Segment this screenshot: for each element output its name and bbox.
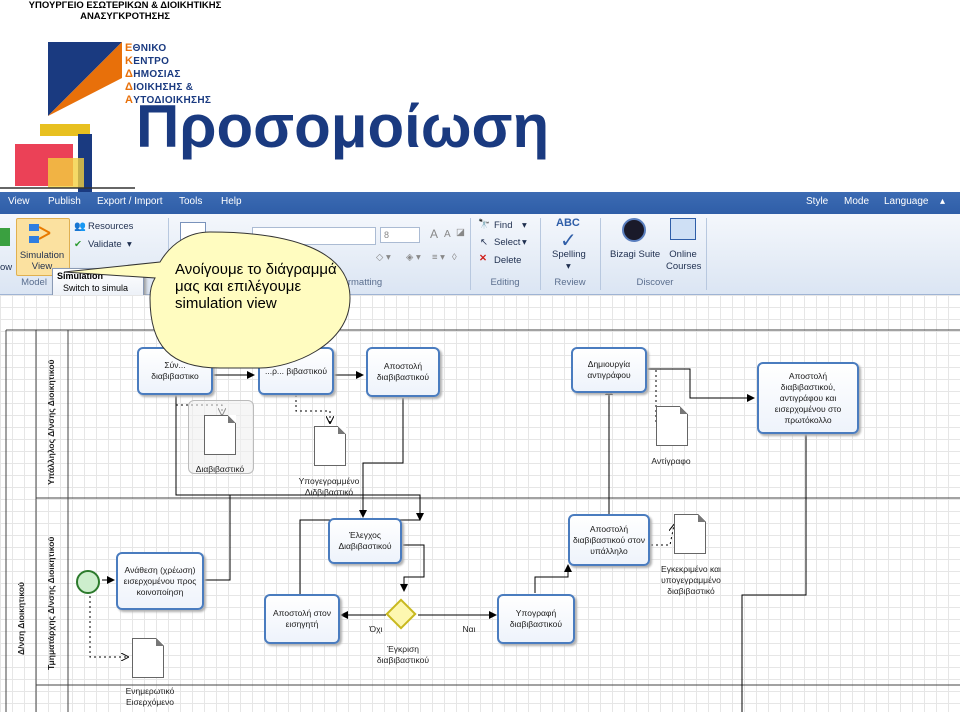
align-icon[interactable]: ≡ ▾ [432, 252, 445, 263]
delete-button[interactable]: Delete [494, 255, 521, 266]
doc-signed-transmittal-label: Υπογεγραμμένο Διδβιβαστικό [298, 476, 360, 497]
online-courses-button[interactable]: Online Courses [666, 249, 701, 273]
menu-view[interactable]: View [8, 196, 30, 207]
clear-format-icon[interactable]: ◪ [456, 227, 465, 238]
ribbon-ow[interactable]: ow [0, 262, 12, 273]
simulation-icon [29, 224, 51, 243]
task-sign-transmittal[interactable]: Υπογραφή διαβιβαστικού [497, 594, 575, 644]
task-send-to-registry[interactable]: Αποστολή διαβιβαστικού, αντιγράφου και ε… [757, 362, 859, 434]
callout-text: Ανοίγουμε το διάγραμμά μας και επιλέγουμ… [175, 261, 337, 312]
lane-label-employee: Υπάλληλος Δ/νσης Διοικητικού [46, 359, 56, 485]
menu-language[interactable]: Language [884, 196, 929, 207]
doc-transmittal[interactable] [204, 415, 236, 455]
ministry-line-1: ΥΠΟΥΡΓΕΙΟ ΕΣΩΤΕΡΙΚΩΝ & ΔΙΟΙΚΗΤΙΚΗΣ [28, 0, 222, 11]
start-event[interactable] [76, 570, 100, 594]
select-button[interactable]: Select [494, 237, 520, 248]
find-button[interactable]: Find [494, 220, 512, 231]
logo-line: ΔΗΜΟΣΙΑΣ [125, 68, 181, 80]
separator [706, 218, 707, 290]
pool-label: Δ/νση Διοικητικού [16, 582, 26, 655]
ministry-line-2: ΑΝΑΣΥΓΚΡΟΤΗΣΗΣ [80, 11, 170, 22]
task-assign-incoming[interactable]: Ανάθεση (χρέωση) εισερχομένου προς κοινο… [116, 552, 204, 610]
menu-export-import[interactable]: Export / Import [97, 196, 163, 207]
spelling-button[interactable]: Spelling [552, 249, 586, 260]
chevron-down-icon[interactable]: ▾ [566, 261, 571, 272]
doc-info-incoming-label: Ενημερωτικό Εισερχόμενο [125, 686, 175, 707]
bizagi-suite-icon[interactable] [622, 218, 646, 242]
review-group-label: Review [554, 277, 586, 288]
doc-signed-transmittal[interactable] [314, 426, 346, 466]
grow-font-icon[interactable]: A [430, 227, 438, 241]
select-icon: ↖ [480, 237, 488, 248]
separator [600, 218, 601, 290]
task-check-transmittal[interactable]: Έλεγχος Διαβιβαστικού [328, 518, 402, 564]
gateway-no-label: Όχι [369, 624, 383, 634]
line-color-icon[interactable]: ◇ ▾ [376, 252, 391, 263]
doc-copy[interactable] [656, 406, 688, 446]
fill-icon[interactable]: ◈ ▾ [406, 252, 421, 263]
separator [540, 218, 541, 290]
menu-mode[interactable]: Mode [844, 196, 869, 207]
chevron-down-icon[interactable]: ▾ [522, 237, 527, 248]
ekdda-logo [0, 42, 135, 194]
menu-tools[interactable]: Tools [179, 196, 202, 207]
separator [470, 218, 471, 290]
doc-approved-transmittal[interactable] [674, 514, 706, 554]
logo-line: ΕΘΝΙΚΟ [125, 42, 167, 54]
font-size-input[interactable]: 8 [380, 227, 420, 243]
doc-copy-label: Αντίγραφο [651, 456, 691, 466]
delete-icon: ✕ [479, 253, 487, 264]
menu-help[interactable]: Help [221, 196, 242, 207]
lane-label-head: Τμηματάρχης Δ/νσης Διοικητικού [46, 536, 56, 670]
bizagi-suite-button[interactable]: Bizagi Suite [610, 249, 660, 260]
model-group-label: Model [21, 277, 47, 288]
menu-publish[interactable]: Publish [48, 196, 81, 207]
task-create-copy[interactable]: Δημιουργία αντιγράφου [571, 347, 647, 393]
chevron-down-icon[interactable]: ▾ [522, 220, 527, 231]
gateway-yes-label: Ναι [462, 624, 476, 634]
eraser-icon[interactable]: ◊ [452, 252, 457, 263]
doc-info-incoming[interactable] [132, 638, 164, 678]
menu-arrow-icon[interactable]: ▴ [940, 196, 945, 207]
doc-transmittal-label: Διαβιβαστικό [195, 464, 245, 474]
find-icon: 🔭 [478, 219, 490, 230]
slide-title: Προσομοίωση [136, 93, 550, 160]
logo-line: ΚΕΝΤΡΟ [125, 55, 170, 67]
editing-group-label: Editing [490, 277, 520, 288]
online-courses-icon[interactable] [670, 218, 696, 240]
task-send-to-rapporteur[interactable]: Αποστολή στον εισηγητή [264, 594, 340, 644]
view-icon[interactable] [0, 228, 10, 246]
ministry-name: ΥΠΟΥΡΓΕΙΟ ΕΣΩΤΕΡΙΚΩΝ & ΔΙΟΙΚΗΤΙΚΗΣ ΑΝΑΣΥ… [0, 0, 250, 22]
task-send-transmittal[interactable]: Αποστολή διαβιβαστικού [366, 347, 440, 397]
doc-approved-transmittal-label: Εγκεκριμένο και υπογεγραμμένο διαβιβαστι… [661, 564, 721, 596]
shrink-font-icon[interactable]: A [444, 229, 451, 240]
menu-style[interactable]: Style [806, 196, 828, 207]
menu-bar: View Publish Export / Import Tools Help … [0, 192, 960, 214]
task-send-to-employee[interactable]: Αποστολή διαβιβαστικού στον υπάλληλο [568, 514, 650, 566]
gateway-label: Έγκριση διαβιβαστικού [376, 644, 430, 665]
discover-group-label: Discover [636, 277, 674, 288]
